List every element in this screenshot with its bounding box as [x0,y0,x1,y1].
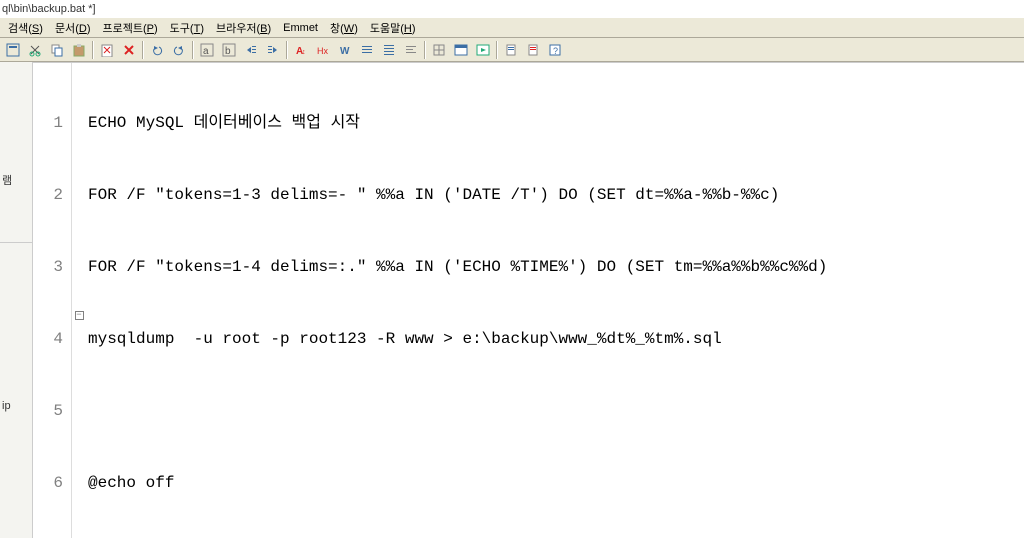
code-line: FOR /F "tokens=1-4 delims=:." %%a IN ('E… [88,255,1024,279]
sidebar-panel[interactable]: 램 ip [0,62,33,538]
line-number-gutter: 1 2 3 4 5 6 7 8 9 [33,63,72,538]
toolbar-word-icon[interactable]: W [334,40,356,60]
code-line [88,399,1024,423]
toolbar-lines3-icon[interactable] [400,40,422,60]
sidebar-divider [0,242,32,243]
sidebar-label-2: ip [2,400,11,412]
toolbar-indent-left-icon[interactable] [240,40,262,60]
toolbar-paste-icon[interactable] [68,40,90,60]
toolbar-grid-icon[interactable] [428,40,450,60]
toolbar-doc1-icon[interactable] [500,40,522,60]
menu-emmet[interactable]: Emmet [277,20,324,36]
editor[interactable]: ----+----1----+----2----+----3----+----4… [33,62,1024,538]
fold-toggle[interactable]: − [72,303,86,327]
line-number: 6 [33,471,63,495]
fold-gutter: − [72,63,86,538]
sidebar-label-1: 램 [2,172,12,188]
svg-text:a: a [203,46,209,57]
menu-window[interactable]: 창(W) [324,18,364,38]
svg-text:W: W [340,46,350,57]
toolbar-hex-icon[interactable]: Hx [312,40,334,60]
toolbar-separator [286,41,288,59]
line-number: 2 [33,183,63,207]
menu-tools[interactable]: 도구(T) [164,18,210,38]
toolbar-separator [496,41,498,59]
svg-text:↕: ↕ [302,49,306,56]
toolbar-close-icon[interactable] [118,40,140,60]
svg-text:b: b [225,46,231,57]
toolbar-separator [424,41,426,59]
menu-project[interactable]: 프로젝트(P) [96,18,163,38]
menu-document[interactable]: 문서(D) [49,18,97,38]
toolbar-separator [92,41,94,59]
toolbar-undo-icon[interactable] [146,40,168,60]
main-area: 램 ip ----+----1----+----2----+----3----+… [0,62,1024,538]
toolbar-doc2-icon[interactable] [522,40,544,60]
ruler: ----+----1----+----2----+----3----+----4… [33,62,1024,63]
toolbar-delete-icon[interactable] [96,40,118,60]
toolbar-run-icon[interactable] [472,40,494,60]
line-number: 1 [33,111,63,135]
menu-help[interactable]: 도움말(H) [364,18,422,38]
toolbar-btn-1[interactable] [2,40,24,60]
menu-browser[interactable]: 브라우저(B) [210,18,277,38]
toolbar-separator [192,41,194,59]
code-line: ECHO MySQL 데이터베이스 백업 시작 [88,111,1024,135]
toolbar-lines2-icon[interactable] [378,40,400,60]
toolbar-table-icon[interactable] [450,40,472,60]
code-area[interactable]: 1 2 3 4 5 6 7 8 9 − ECHO MySQL 데이터베이스 백업… [33,63,1024,538]
titlebar: ql\bin\backup.bat *] [0,0,1024,18]
code-line: FOR /F "tokens=1-3 delims=- " %%a IN ('D… [88,183,1024,207]
toolbar-lines1-icon[interactable] [356,40,378,60]
menubar[interactable]: 검색(S) 문서(D) 프로젝트(P) 도구(T) 브라우저(B) Emmet … [0,18,1024,38]
toolbar-separator [142,41,144,59]
toolbar: a b A↕ Hx W ? [0,38,1024,62]
code-line: @echo off [88,471,1024,495]
window-title: ql\bin\backup.bat *] [2,3,96,15]
toolbar-help-icon[interactable]: ? [544,40,566,60]
toolbar-indent-right-icon[interactable] [262,40,284,60]
line-number: 5 [33,399,63,423]
toolbar-btn-a[interactable]: a [196,40,218,60]
line-number: 4 [33,327,63,351]
code-content[interactable]: ECHO MySQL 데이터베이스 백업 시작 FOR /F "tokens=1… [86,63,1024,538]
code-line: mysqldump -u root -p root123 -R www > e:… [88,327,1024,351]
toolbar-font-icon[interactable]: A↕ [290,40,312,60]
toolbar-btn-b[interactable]: b [218,40,240,60]
svg-text:Hx: Hx [317,46,328,56]
toolbar-cut-icon[interactable] [24,40,46,60]
toolbar-copy-icon[interactable] [46,40,68,60]
svg-text:?: ? [553,46,558,56]
menu-search[interactable]: 검색(S) [2,18,49,38]
line-number: 3 [33,255,63,279]
toolbar-redo-icon[interactable] [168,40,190,60]
